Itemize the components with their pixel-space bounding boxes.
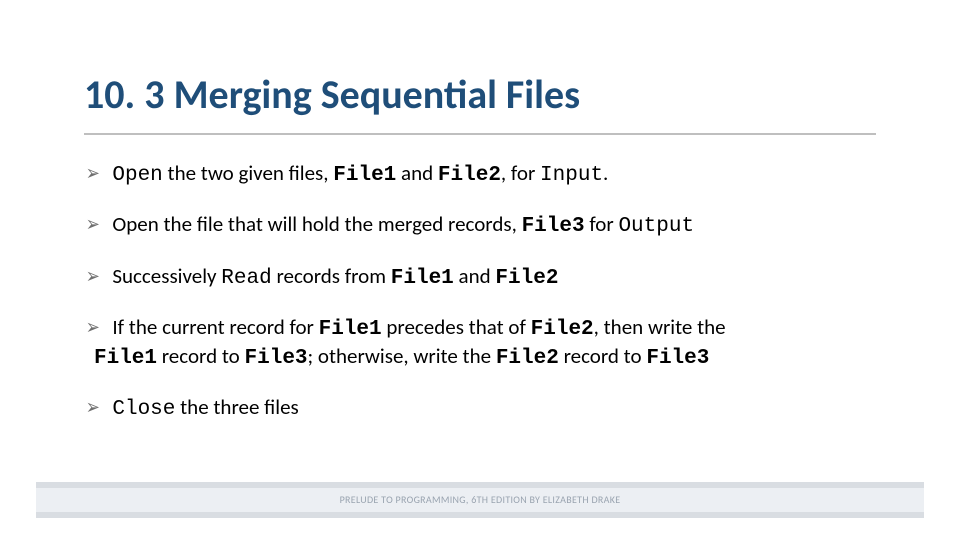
chevron-icon: ➢ [86, 395, 100, 421]
text: . [603, 160, 608, 186]
text: Open the file that will hold the merged … [112, 211, 521, 237]
text: ; otherwise, write the [308, 343, 496, 369]
chevron-icon: ➢ [86, 264, 100, 290]
footer-text: PRELUDE TO PROGRAMMING, 6TH EDITION BY E… [36, 488, 924, 512]
code-open: Open [112, 164, 162, 187]
code-file2: File2 [496, 347, 559, 370]
text: record to [559, 343, 647, 369]
bullet-4: ➢ If the current record for File1 preced… [84, 314, 884, 373]
code-file2: File2 [495, 267, 558, 290]
code-file3: File3 [245, 347, 308, 370]
slide-title: 10. 3 Merging Sequential Files [84, 70, 876, 135]
text: for [585, 211, 619, 237]
code-file1: File1 [391, 267, 454, 290]
bullet-2: ➢ Open the file that will hold the merge… [84, 211, 884, 240]
wrap-line: File1 record to File3; otherwise, write … [84, 343, 884, 372]
slide: 10. 3 Merging Sequential Files ➢ Open th… [0, 0, 960, 540]
code-file3: File3 [646, 347, 709, 370]
code-file1: File1 [333, 164, 396, 187]
chevron-icon: ➢ [86, 161, 100, 187]
text: Successively [112, 263, 221, 289]
footer-decor-bottom [36, 512, 924, 518]
text: If the current record for [112, 314, 318, 340]
code-file2: File2 [531, 318, 594, 341]
bullet-3: ➢ Successively Read records from File1 a… [84, 263, 884, 292]
text: the two given files, [163, 160, 333, 186]
code-file3: File3 [522, 215, 585, 238]
text: and [454, 263, 496, 289]
body-content: ➢ Open the two given files, File1 and Fi… [84, 160, 884, 446]
chevron-icon: ➢ [86, 315, 100, 341]
bullet-5: ➢ Close the three files [84, 394, 884, 423]
text: and [396, 160, 438, 186]
chevron-icon: ➢ [86, 212, 100, 238]
code-input: Input [540, 164, 603, 187]
text: precedes that of [382, 314, 531, 340]
code-read: Read [221, 267, 271, 290]
text: record to [157, 343, 245, 369]
code-output: Output [618, 215, 694, 238]
code-file1: File1 [319, 318, 382, 341]
text: the three files [175, 394, 298, 420]
code-file2: File2 [438, 164, 501, 187]
code-file1: File1 [94, 347, 157, 370]
code-close: Close [112, 398, 175, 421]
bullet-1: ➢ Open the two given files, File1 and Fi… [84, 160, 884, 189]
text: , then write the [594, 314, 726, 340]
text: records from [272, 263, 391, 289]
text: , for [501, 160, 540, 186]
